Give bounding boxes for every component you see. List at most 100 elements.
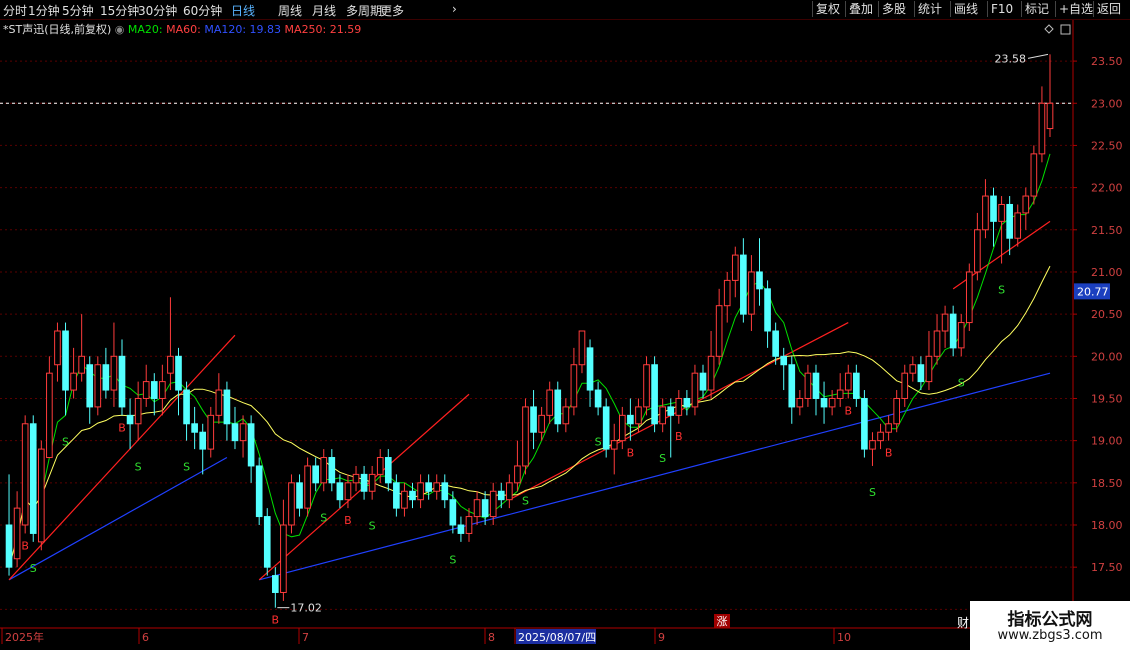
candle-body (304, 465, 311, 509)
candle-body (134, 397, 142, 425)
toolbar-button-6[interactable]: 标记 (1021, 1, 1052, 17)
sell-signal: S (659, 452, 666, 465)
candle-body (167, 355, 174, 374)
candle-body (941, 313, 949, 332)
finance-marker[interactable]: 财 (957, 614, 969, 631)
date-label: 7 (302, 631, 309, 644)
period-4[interactable]: 30分钟 (138, 2, 177, 19)
candle-body (788, 364, 796, 408)
candle (263, 508, 271, 576)
buy-signal: B (885, 447, 893, 460)
period-9[interactable]: 多周期 (346, 2, 382, 19)
y-tick-label: 19.50 (1091, 392, 1123, 405)
period-0[interactable]: 分时 (3, 2, 27, 19)
candle-body (207, 414, 215, 450)
zhang-label: 涨 (717, 615, 728, 628)
candle-body (199, 431, 207, 450)
y-tick-label: 22.50 (1091, 139, 1123, 152)
candle-body (223, 389, 231, 425)
candle-body (62, 330, 69, 391)
candle-body (393, 482, 400, 509)
candle-body (723, 279, 731, 307)
candle-body (990, 195, 997, 222)
buy-signal: B (627, 447, 635, 460)
candle-body (965, 271, 973, 324)
candle-body (312, 465, 319, 484)
candle-body (869, 440, 876, 450)
candle-body (102, 364, 110, 391)
candle-body (925, 355, 933, 383)
candle-body (247, 423, 255, 467)
candle-body (804, 372, 812, 399)
sell-signal: S (522, 494, 529, 507)
candle-body (530, 406, 537, 433)
sell-signal: S (595, 435, 602, 448)
candle-body (949, 313, 957, 349)
candle-body (828, 397, 836, 408)
candle-body (263, 516, 271, 568)
candle-body (239, 423, 247, 442)
candle-body (1014, 212, 1022, 239)
candle-body (142, 381, 150, 399)
period-8[interactable]: 月线 (312, 2, 336, 19)
date-label: 9 (658, 631, 665, 644)
candle-body (417, 482, 424, 501)
candle-body (982, 195, 989, 231)
candle (1030, 145, 1038, 205)
toolbar-button-5[interactable]: F10 (987, 1, 1016, 17)
watermark: 指标公式网 www.zbgs3.com (970, 601, 1130, 650)
candle-body (94, 364, 102, 408)
candle (602, 398, 610, 458)
period-toolbar: 分时 1分钟 5分钟 15分钟 30分钟 60分钟 日线 周线 月线 多周期 更多 › 复权 叠加 多股 统计… (0, 0, 1130, 20)
candle-body (401, 490, 408, 509)
candle-body (917, 364, 925, 383)
period-2[interactable]: 5分钟 (62, 2, 94, 19)
toolbar-button-8[interactable]: 返回 (1093, 1, 1124, 17)
candle-body (296, 482, 303, 509)
period-7[interactable]: 周线 (278, 2, 302, 19)
sell-signal: S (62, 435, 69, 448)
candle-body (594, 389, 602, 408)
candle-body (433, 482, 441, 492)
sell-signal: S (135, 461, 142, 474)
chevron-right-icon[interactable]: › (452, 2, 457, 16)
buy-signal: B (344, 514, 352, 527)
toolbar-button-0[interactable]: 复权 (812, 1, 843, 17)
candle-body (691, 372, 699, 408)
toolbar-button-1[interactable]: 叠加 (845, 1, 876, 17)
period-10[interactable]: 更多 (380, 2, 404, 19)
buy-signal: B (21, 539, 29, 552)
candle-body (54, 330, 61, 366)
candle-body (465, 516, 473, 534)
candle-body (627, 414, 634, 425)
candle-body (384, 457, 392, 484)
toolbar-button-7[interactable]: +自选 (1055, 1, 1096, 17)
candle-body (602, 406, 610, 450)
candle-body (772, 330, 779, 357)
candle-body (731, 254, 739, 281)
candle-body (320, 457, 328, 484)
toolbar-button-4[interactable]: 画线 (950, 1, 981, 17)
candle-body (570, 364, 578, 408)
y-tick-label: 23.50 (1091, 55, 1123, 68)
candle-body (126, 414, 134, 425)
period-6[interactable]: 日线 (231, 2, 255, 19)
sell-signal: S (998, 284, 1005, 297)
sell-signal: S (30, 562, 37, 575)
candle-body (70, 372, 77, 391)
buy-signal: B (675, 430, 683, 443)
toolbar-button-3[interactable]: 统计 (914, 1, 945, 17)
buy-signal: B (272, 614, 280, 627)
toolbar-button-2[interactable]: 多股 (878, 1, 909, 17)
candle (651, 356, 658, 433)
candle-body (861, 397, 868, 450)
candle-body (457, 524, 465, 534)
watermark-title: 指标公式网 (1007, 610, 1093, 630)
candlestick-chart[interactable]: 17.0017.5018.0018.5019.0019.5020.0020.50… (0, 0, 1130, 650)
period-3[interactable]: 15分钟 (100, 2, 139, 19)
period-1[interactable]: 1分钟 (28, 2, 60, 19)
y-tick-label: 22.00 (1091, 182, 1123, 195)
candle-body (21, 423, 29, 526)
candle-body (191, 423, 198, 433)
period-5[interactable]: 60分钟 (183, 2, 222, 19)
